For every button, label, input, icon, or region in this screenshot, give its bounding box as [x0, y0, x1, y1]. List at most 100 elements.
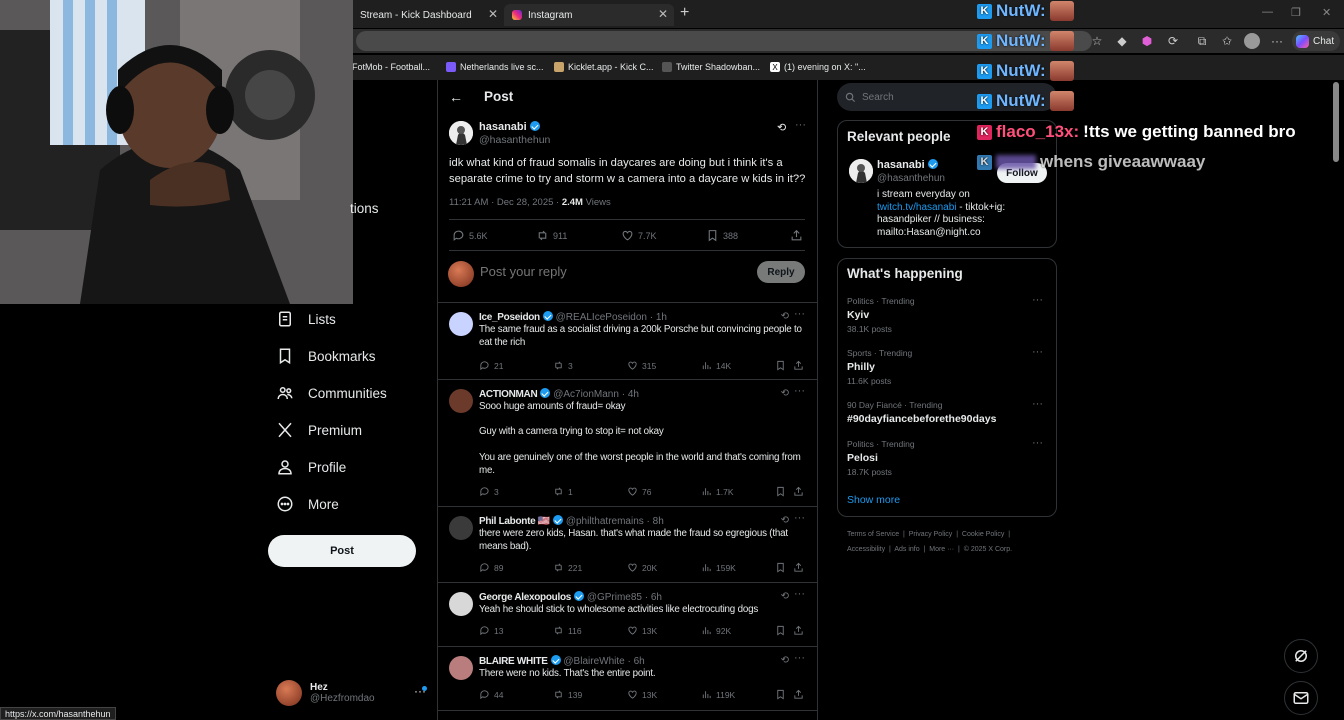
- minimize-icon[interactable]: —: [1262, 6, 1273, 18]
- refresh-extension-icon[interactable]: ⟳: [1166, 34, 1180, 48]
- share-button[interactable]: [793, 625, 804, 636]
- extensions-icon[interactable]: ⧉: [1195, 34, 1209, 48]
- compose-post-button[interactable]: Post: [268, 535, 416, 567]
- footer-link[interactable]: Privacy Policy: [909, 531, 953, 538]
- reply-stat[interactable]: 3: [479, 486, 499, 497]
- trend-item[interactable]: Sports · Trending Philly 11.6K posts ···: [847, 346, 1047, 386]
- bookmark-fotmob[interactable]: FotMob - Football...: [352, 62, 430, 72]
- reply-tweet[interactable]: BLAIRE WHITE @BlaireWhite · 6h ⟲ ··· The…: [438, 646, 817, 710]
- grok-icon[interactable]: ⟲: [781, 388, 789, 399]
- bookmark-stat[interactable]: 388: [706, 229, 738, 242]
- reply-tweet[interactable]: ACTIONMAN @Ac7ionMann · 4h ⟲ ··· Sooo hu…: [438, 379, 817, 506]
- reply-stat[interactable]: 5.6K: [452, 229, 488, 242]
- views-stat[interactable]: 159K: [701, 562, 736, 573]
- more-options-icon[interactable]: ···: [795, 119, 806, 131]
- trend-more-icon[interactable]: ···: [1032, 437, 1043, 449]
- extension-shield-icon[interactable]: ⬢: [1140, 34, 1154, 48]
- profile-avatar-icon[interactable]: [1244, 33, 1260, 49]
- repost-stat[interactable]: 221: [553, 562, 582, 573]
- avatar[interactable]: [849, 159, 873, 183]
- trend-item[interactable]: 90 Day Fiancé · Trending #90dayfiancebef…: [847, 398, 1047, 425]
- author-handle[interactable]: @hasanthehun: [479, 134, 550, 146]
- grok-icon[interactable]: ⟲: [777, 121, 786, 134]
- back-arrow-icon[interactable]: ←: [449, 89, 463, 105]
- bookmark-button[interactable]: [775, 486, 786, 497]
- messages-fab[interactable]: [1284, 681, 1318, 715]
- reply-author[interactable]: BLAIRE WHITE: [479, 656, 548, 667]
- reply-handle[interactable]: @REALIcePoseidon · 1h: [556, 312, 667, 323]
- footer-link[interactable]: Accessibility: [847, 546, 885, 553]
- more-options-icon[interactable]: ···: [794, 512, 805, 524]
- views-stat[interactable]: 14K: [701, 360, 731, 371]
- avatar[interactable]: [449, 592, 473, 616]
- bookmark-button[interactable]: [775, 360, 786, 371]
- grok-icon[interactable]: ⟲: [781, 515, 789, 526]
- share-button[interactable]: [790, 229, 803, 242]
- favorites-icon[interactable]: ✩: [1220, 34, 1234, 48]
- trend-item[interactable]: Politics · Trending Kyiv 38.1K posts ···: [847, 294, 1047, 334]
- tab-instagram[interactable]: Instagram ✕: [504, 4, 674, 26]
- reply-author[interactable]: Ice_Poseidon: [479, 312, 540, 323]
- avatar[interactable]: [449, 312, 473, 336]
- more-options-icon[interactable]: ···: [794, 652, 805, 664]
- new-tab-plus-icon[interactable]: +: [680, 4, 689, 22]
- grok-fab[interactable]: [1284, 639, 1318, 673]
- bookmark-x-post[interactable]: X (1) evening on X: "...: [770, 62, 866, 72]
- grok-icon[interactable]: ⟲: [781, 591, 789, 602]
- trend-more-icon[interactable]: ···: [1032, 398, 1043, 410]
- trend-more-icon[interactable]: ···: [1032, 346, 1043, 358]
- more-options-icon[interactable]: ···: [794, 588, 805, 600]
- reply-handle[interactable]: @GPrime85 · 6h: [587, 592, 662, 603]
- more-options-icon[interactable]: ···: [794, 308, 805, 320]
- nav-item-profile[interactable]: Profile: [276, 454, 346, 480]
- nav-item-communities[interactable]: Communities: [276, 380, 387, 406]
- nav-item-more[interactable]: More: [276, 491, 339, 517]
- reply-tweet[interactable]: Ice_Poseidon @REALIcePoseidon · 1h ⟲ ···…: [438, 302, 817, 379]
- reply-handle[interactable]: @BlaireWhite · 6h: [563, 656, 644, 667]
- close-tab-icon[interactable]: ✕: [488, 7, 498, 21]
- grok-icon[interactable]: ⟲: [781, 311, 789, 322]
- repost-stat[interactable]: 1: [553, 486, 573, 497]
- bookmark-netherlands[interactable]: Netherlands live sc...: [446, 62, 544, 72]
- reply-stat[interactable]: 21: [479, 360, 503, 371]
- footer-link[interactable]: More ···: [929, 546, 954, 553]
- nav-item-bookmarks[interactable]: Bookmarks: [276, 343, 376, 369]
- reply-author[interactable]: ACTIONMAN: [479, 389, 538, 400]
- close-tab-icon[interactable]: ✕: [658, 7, 668, 21]
- bookmark-shadowban[interactable]: Twitter Shadowban...: [662, 62, 760, 72]
- tab-kick-dashboard[interactable]: Stream - Kick Dashboard ✕: [352, 4, 504, 26]
- footer-link[interactable]: Terms of Service: [847, 531, 899, 538]
- account-switcher[interactable]: Hez @Hezfromdao: [276, 680, 375, 706]
- bookmark-button[interactable]: [775, 562, 786, 573]
- reply-stat[interactable]: 89: [479, 562, 503, 573]
- repost-stat[interactable]: 116: [553, 625, 582, 636]
- like-stat[interactable]: 7.7K: [621, 229, 657, 242]
- copilot-chat-button[interactable]: Chat: [1292, 31, 1340, 51]
- close-window-icon[interactable]: ✕: [1322, 6, 1331, 19]
- reply-author[interactable]: George Alexopoulos: [479, 592, 571, 603]
- nav-item-notifications-partial[interactable]: tions: [350, 201, 379, 216]
- bookmark-button[interactable]: [775, 689, 786, 700]
- nav-item-premium[interactable]: Premium: [276, 417, 362, 443]
- views-stat[interactable]: 119K: [701, 689, 735, 700]
- avatar[interactable]: [449, 656, 473, 680]
- more-options-icon[interactable]: ···: [794, 385, 805, 397]
- like-stat[interactable]: 76: [627, 486, 651, 497]
- reply-handle[interactable]: @Ac7ionMann · 4h: [553, 389, 639, 400]
- footer-link[interactable]: Cookie Policy: [962, 531, 1004, 538]
- reply-button[interactable]: Reply: [757, 261, 805, 283]
- reply-stat[interactable]: 44: [479, 689, 503, 700]
- views-stat[interactable]: 1.7K: [701, 486, 734, 497]
- show-more-link[interactable]: Show more: [847, 494, 900, 506]
- footer-link[interactable]: Ads info: [894, 546, 919, 553]
- menu-dots-icon[interactable]: ···: [1270, 34, 1284, 48]
- bookmark-button[interactable]: [775, 625, 786, 636]
- extension-diamond-icon[interactable]: ◆: [1115, 34, 1129, 48]
- bookmark-kicklet[interactable]: Kicklet.app - Kick C...: [554, 62, 654, 72]
- repost-stat[interactable]: 139: [553, 689, 582, 700]
- share-button[interactable]: [793, 689, 804, 700]
- scrollbar[interactable]: [1332, 82, 1340, 720]
- trend-item[interactable]: Politics · Trending Pelosi 18.7K posts ·…: [847, 437, 1047, 477]
- reply-author[interactable]: Phil Labonte 🇺🇸: [479, 516, 550, 527]
- nav-item-lists[interactable]: Lists: [276, 306, 336, 332]
